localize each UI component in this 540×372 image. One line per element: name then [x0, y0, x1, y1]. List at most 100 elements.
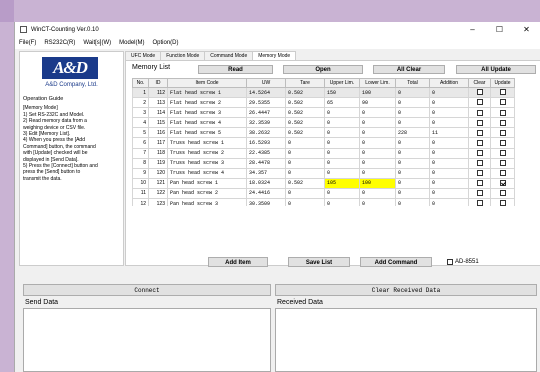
cell-no[interactable]: 11: [132, 187, 149, 200]
cell-uw[interactable]: 14.5264: [246, 86, 286, 99]
cell-id[interactable]: 117: [148, 137, 168, 149]
menu-rs232c[interactable]: RS232C(R): [40, 40, 79, 46]
cell-add[interactable]: 11: [429, 127, 469, 139]
table-row[interactable]: 10 121 Pan head screw 1 18.0324 0.502 105 100 0…: [132, 177, 515, 189]
cell-no[interactable]: 10: [132, 177, 149, 189]
cell-id[interactable]: 113: [148, 97, 168, 109]
cell-upper[interactable]: 0: [324, 157, 360, 169]
maximize-button[interactable]: ☐: [486, 22, 513, 37]
cell-tare[interactable]: 0: [285, 157, 325, 169]
cell-lower[interactable]: 0: [359, 187, 396, 200]
clear-checkbox[interactable]: [476, 170, 483, 177]
save-list-button[interactable]: Save List: [288, 257, 350, 267]
cell-tare[interactable]: 0.502: [285, 86, 325, 99]
cell-code[interactable]: Truss head screw 1: [167, 137, 247, 149]
cell-no[interactable]: 8: [132, 157, 149, 169]
close-button[interactable]: ✕: [513, 22, 540, 37]
read-button[interactable]: Read: [198, 65, 273, 74]
ad8551-option[interactable]: AD-8551: [447, 259, 479, 265]
cell-tare[interactable]: 0.502: [285, 97, 325, 109]
cell-total[interactable]: 0: [395, 157, 430, 169]
cell-total[interactable]: 0: [395, 187, 430, 200]
clear-checkbox[interactable]: [476, 99, 483, 106]
cell-uw[interactable]: 26.4447: [246, 107, 286, 119]
cell-lower[interactable]: 0: [359, 137, 396, 149]
cell-total[interactable]: 0: [395, 167, 430, 179]
cell-lower[interactable]: 0: [359, 157, 396, 169]
cell-uw[interactable]: 22.4385: [246, 147, 286, 159]
update-checkbox[interactable]: [499, 119, 506, 126]
cell-add[interactable]: 0: [429, 177, 469, 189]
clear-checkbox[interactable]: [476, 89, 483, 96]
cell-code[interactable]: Truss head screw 3: [167, 157, 247, 169]
cell-lower[interactable]: 0: [359, 167, 396, 179]
cell-upper[interactable]: 0: [324, 147, 360, 159]
clear-received-button[interactable]: Clear Received Data: [275, 284, 537, 296]
cell-no[interactable]: 2: [132, 97, 149, 109]
cell-uw[interactable]: 28.4478: [246, 157, 286, 169]
cell-upper[interactable]: 0: [324, 117, 360, 129]
cell-lower[interactable]: 0: [359, 127, 396, 139]
cell-code[interactable]: Truss head screw 2: [167, 147, 247, 159]
cell-code[interactable]: Flat head screw 3: [167, 107, 247, 119]
cell-tare[interactable]: 0: [285, 147, 325, 159]
cell-code[interactable]: Flat head screw 4: [167, 117, 247, 129]
cell-add[interactable]: 0: [429, 97, 469, 109]
table-row[interactable]: 4 115 Flat head screw 4 32.3539 0.502 0 0 0 0: [132, 117, 515, 129]
cell-upper[interactable]: 150: [324, 86, 360, 99]
tab-ufc-mode[interactable]: UFC Mode: [125, 51, 162, 60]
cell-add[interactable]: 0: [429, 157, 469, 169]
cell-code[interactable]: Flat head screw 2: [167, 97, 247, 109]
clear-checkbox[interactable]: [476, 129, 483, 136]
table-row[interactable]: 6 117 Truss head screw 1 16.5293 0 0 0 0 0: [132, 137, 515, 149]
ad8551-checkbox[interactable]: [447, 259, 453, 265]
cell-total[interactable]: 0: [395, 97, 430, 109]
cell-code[interactable]: Flat head screw 5: [167, 127, 247, 139]
cell-add[interactable]: 0: [429, 117, 469, 129]
cell-total[interactable]: 0: [395, 107, 430, 119]
update-checkbox[interactable]: [499, 160, 506, 167]
menu-wait[interactable]: Wait[s](W): [79, 40, 115, 46]
all-update-button[interactable]: All Update: [456, 65, 536, 74]
cell-tare[interactable]: 0: [285, 167, 325, 179]
minimize-button[interactable]: –: [459, 22, 486, 37]
cell-total[interactable]: 0: [395, 86, 430, 99]
cell-add[interactable]: 0: [429, 147, 469, 159]
menu-option[interactable]: Option(D): [148, 40, 182, 46]
add-command-button[interactable]: Add Command: [360, 257, 432, 267]
cell-id[interactable]: 122: [148, 187, 168, 200]
tab-memory-mode[interactable]: Memory Mode: [252, 51, 297, 60]
cell-lower[interactable]: 0: [359, 117, 396, 129]
cell-add[interactable]: 0: [429, 137, 469, 149]
cell-no[interactable]: 5: [132, 127, 149, 139]
table-row[interactable]: 2 113 Flat head screw 2 29.5355 0.502 65 90 0 0: [132, 97, 515, 109]
col-item-code[interactable]: Item Code: [167, 78, 247, 88]
cell-code[interactable]: Flat head screw 1: [167, 86, 247, 99]
update-checkbox[interactable]: [499, 99, 506, 106]
clear-checkbox[interactable]: [476, 180, 483, 187]
table-row[interactable]: 5 116 Flat head screw 5 38.2632 0.502 0 0 228 11: [132, 127, 515, 139]
table-row[interactable]: 3 114 Flat head screw 3 26.4447 0.502 0 0 0 0: [132, 107, 515, 119]
open-button[interactable]: Open: [283, 65, 363, 74]
cell-tare[interactable]: 0.502: [285, 107, 325, 119]
cell-uw[interactable]: 18.0324: [246, 177, 286, 189]
cell-id[interactable]: 115: [148, 117, 168, 129]
clear-checkbox[interactable]: [476, 149, 483, 156]
update-checkbox[interactable]: [499, 129, 506, 136]
cell-upper[interactable]: 0: [324, 107, 360, 119]
add-item-button[interactable]: Add Item: [208, 257, 268, 267]
col-addition[interactable]: Addition: [429, 78, 469, 88]
clear-checkbox[interactable]: [476, 109, 483, 116]
update-checkbox[interactable]: [499, 170, 506, 177]
clear-checkbox[interactable]: [476, 190, 483, 197]
cell-code[interactable]: Pan head screw 2: [167, 187, 247, 200]
update-checkbox[interactable]: [499, 149, 506, 156]
col-lower-lim[interactable]: Lower Lim.: [359, 78, 396, 88]
cell-lower[interactable]: 0: [359, 107, 396, 119]
col-clear[interactable]: Clear: [468, 78, 491, 88]
update-checkbox[interactable]: [499, 139, 506, 146]
cell-id[interactable]: 120: [148, 167, 168, 179]
cell-tare[interactable]: 0.502: [285, 117, 325, 129]
clear-checkbox[interactable]: [476, 119, 483, 126]
cell-tare[interactable]: 0: [285, 187, 325, 200]
